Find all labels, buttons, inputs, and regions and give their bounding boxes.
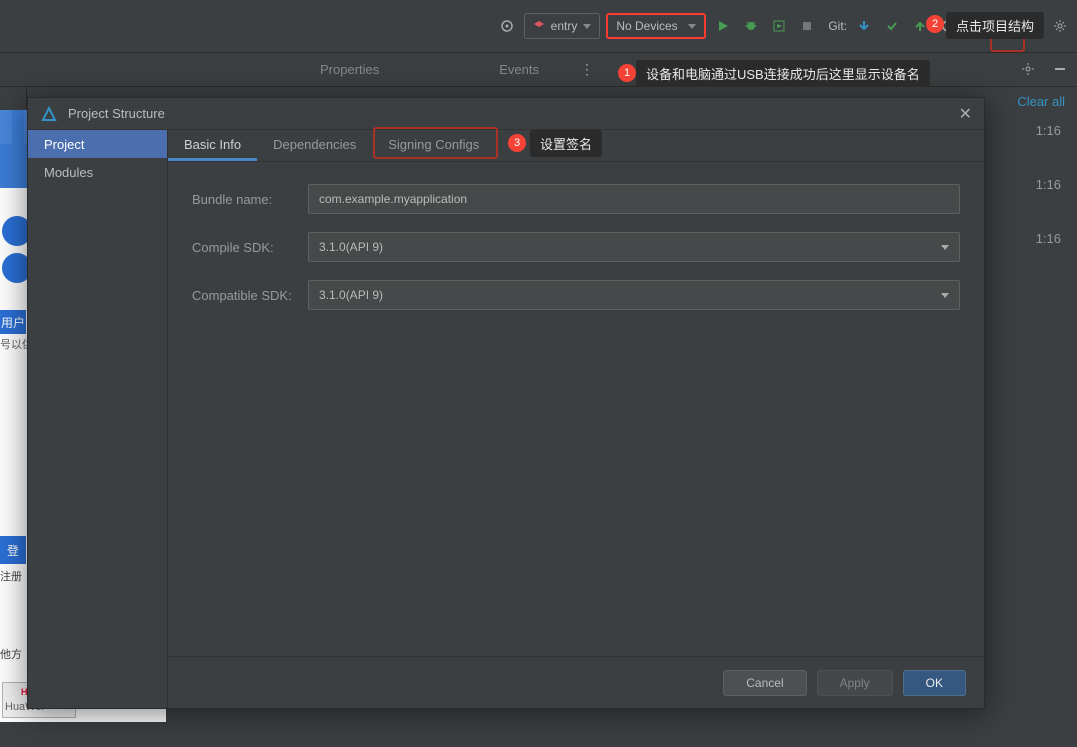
preview-login: 登 xyxy=(0,536,26,564)
dialog-sidebar: Project Modules xyxy=(28,130,168,708)
annotation-dot-2: 2 xyxy=(926,15,944,33)
annotation-dot-1: 1 xyxy=(618,64,636,82)
compatible-sdk-label: Compatible SDK: xyxy=(192,288,308,303)
git-commit-icon[interactable] xyxy=(881,15,903,37)
events-tab[interactable]: Events xyxy=(499,62,539,77)
timestamp-list: 1:16 1:16 1:16 xyxy=(1036,118,1061,250)
git-pull-icon[interactable] xyxy=(853,15,875,37)
preview-note1: 注册 xyxy=(0,568,22,584)
debug-icon[interactable] xyxy=(740,15,762,37)
module-icon xyxy=(533,20,545,32)
bundle-name-label: Bundle name: xyxy=(192,192,308,207)
sidebar-item-modules[interactable]: Modules xyxy=(28,158,167,186)
dialog-title: Project Structure xyxy=(68,106,165,121)
chevron-down-icon xyxy=(583,24,591,29)
git-label: Git: xyxy=(828,19,847,33)
highlight-signing-configs xyxy=(373,127,498,159)
preview-badge: 用户 xyxy=(0,310,26,334)
tab-dependencies[interactable]: Dependencies xyxy=(257,130,372,161)
compile-sdk-label: Compile SDK: xyxy=(192,240,308,255)
chevron-down-icon xyxy=(941,245,949,250)
panel-hide-icon[interactable] xyxy=(1049,58,1071,80)
gear-icon[interactable] xyxy=(1049,15,1071,37)
chevron-down-icon xyxy=(688,24,696,29)
ok-button[interactable]: OK xyxy=(903,670,966,696)
properties-tab[interactable]: Properties xyxy=(320,62,379,77)
vdots-icon[interactable]: ⋮ xyxy=(580,61,592,78)
annotation-dot-3: 3 xyxy=(508,134,526,152)
stop-icon[interactable] xyxy=(796,15,818,37)
annotation-1: 设备和电脑通过USB连接成功后这里显示设备名 xyxy=(636,60,930,87)
project-structure-dialog: Project Structure ✕ Project Modules Basi… xyxy=(27,97,985,709)
module-label: entry xyxy=(551,19,578,33)
annotation-2: 点击项目结构 xyxy=(946,12,1044,39)
close-icon[interactable]: ✕ xyxy=(959,104,972,124)
preview-note2: 他方 xyxy=(0,646,22,662)
chevron-down-icon xyxy=(941,293,949,298)
apply-button[interactable]: Apply xyxy=(817,670,893,696)
sidebar-item-project[interactable]: Project xyxy=(28,130,167,158)
tab-basic-info[interactable]: Basic Info xyxy=(168,130,257,161)
module-selector[interactable]: entry xyxy=(524,13,601,39)
app-icon xyxy=(40,105,58,123)
compatible-sdk-select[interactable]: 3.1.0(API 9) xyxy=(308,280,960,310)
timestamp: 1:16 xyxy=(1036,172,1061,196)
bundle-name-input[interactable]: com.example.myapplication xyxy=(308,184,960,214)
device-selector[interactable]: No Devices xyxy=(606,13,706,39)
panel-gear-icon[interactable] xyxy=(1017,58,1039,80)
clear-all-link[interactable]: Clear all xyxy=(1017,94,1065,109)
cancel-button[interactable]: Cancel xyxy=(723,670,806,696)
compile-sdk-select[interactable]: 3.1.0(API 9) xyxy=(308,232,960,262)
timestamp: 1:16 xyxy=(1036,118,1061,142)
timestamp: 1:16 xyxy=(1036,226,1061,250)
target-icon[interactable] xyxy=(496,15,518,37)
annotation-3: 设置签名 xyxy=(530,130,602,157)
coverage-icon[interactable] xyxy=(768,15,790,37)
run-icon[interactable] xyxy=(712,15,734,37)
device-label: No Devices xyxy=(616,19,677,33)
